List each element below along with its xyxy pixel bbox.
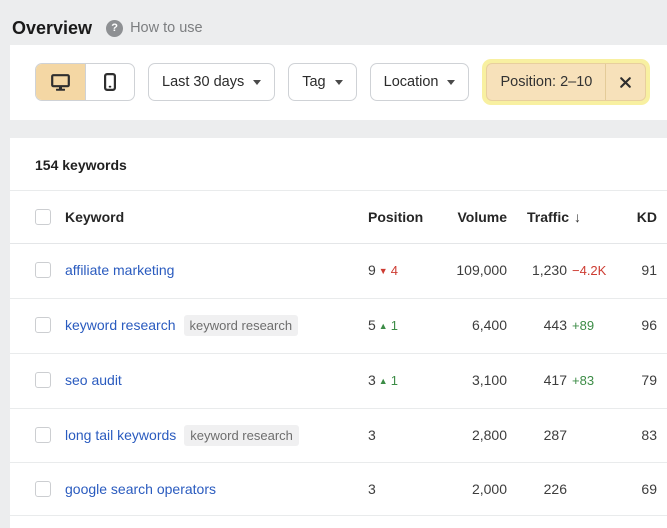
chevron-down-icon [335,80,343,85]
select-all-checkbox[interactable] [35,209,51,225]
how-to-use-label: How to use [130,20,203,36]
table-row: long tail keywords keyword research 3 2,8… [10,409,667,463]
date-range-label: Last 30 days [162,74,244,90]
position-value: 3 [368,372,376,388]
keywords-table-panel: 154 keywords Keyword Position Volume Tra… [10,138,667,528]
volume-value: 2,000 [440,477,507,501]
table-row: keyword research keyword research 5▲1 6,4… [10,299,667,354]
location-dropdown-label: Location [384,74,439,90]
tag-dropdown[interactable]: Tag [288,63,356,101]
table-row: affiliate marketing 9▼4 109,000 1,230 −4.… [10,244,667,299]
keyword-link[interactable]: seo audit [65,372,122,388]
position-up-icon: ▲ [379,376,388,386]
desktop-toggle-button[interactable] [36,64,85,100]
traffic-value: 1,230 [527,258,567,282]
row-checkbox[interactable] [35,427,51,443]
location-dropdown[interactable]: Location [370,63,470,101]
column-header-kd[interactable]: KD [627,205,657,229]
close-icon [619,76,632,89]
keyword-tag: keyword research [184,315,299,336]
kd-value: 96 [627,313,657,337]
kd-value: 69 [627,477,657,501]
mobile-icon [104,73,116,91]
date-range-dropdown[interactable]: Last 30 days [148,63,275,101]
column-header-position[interactable]: Position [368,205,440,229]
position-value: 5 [368,317,376,333]
traffic-value: 417 [527,368,567,392]
position-value: 3 [368,423,440,447]
position-change: 1 [391,373,398,388]
desktop-icon [51,74,70,91]
kd-value: 79 [627,368,657,392]
volume-value: 2,800 [440,423,507,447]
keyword-link[interactable]: affiliate marketing [65,262,174,278]
table-header-row: Keyword Position Volume Traffic↓ KD [10,191,667,244]
device-toggle [35,63,135,101]
kd-value: 83 [627,423,657,447]
position-filter-label: Position: 2–10 [487,74,605,90]
table-row: seo audit 3▲1 3,100 417 +83 79 [10,354,667,409]
column-header-volume[interactable]: Volume [440,205,507,229]
sort-desc-icon: ↓ [574,209,581,225]
toolbar-panel: Last 30 days Tag Location Position: 2–10 [10,45,667,120]
position-change: 1 [391,318,398,333]
traffic-change: +89 [572,318,594,333]
page-title: Overview [12,18,92,39]
position-change: 4 [391,263,398,278]
keyword-link[interactable]: keyword research [65,317,176,333]
chevron-down-icon [253,80,261,85]
traffic-value: 443 [527,313,567,337]
row-checkbox[interactable] [35,372,51,388]
volume-value: 109,000 [440,258,507,282]
position-up-icon: ▲ [379,321,388,331]
row-checkbox[interactable] [35,317,51,333]
volume-value: 6,400 [440,313,507,337]
row-checkbox[interactable] [35,262,51,278]
tag-dropdown-label: Tag [302,74,325,90]
question-mark-icon: ? [106,20,123,37]
position-value: 3 [368,477,440,501]
column-header-traffic[interactable]: Traffic↓ [527,205,627,229]
traffic-change: −4.2K [572,263,606,278]
remove-position-filter-button[interactable] [606,64,645,100]
chevron-down-icon [447,80,455,85]
kd-value: 91 [627,258,657,282]
keyword-link[interactable]: google search operators [65,481,216,497]
position-down-icon: ▼ [379,266,388,276]
keyword-count: 154 keywords [10,138,667,191]
position-filter-chip[interactable]: Position: 2–10 [486,63,646,101]
traffic-value: 287 [527,423,567,447]
volume-value: 3,100 [440,368,507,392]
row-checkbox[interactable] [35,481,51,497]
column-header-keyword[interactable]: Keyword [65,205,368,229]
mobile-toggle-button[interactable] [85,64,134,100]
traffic-change: +83 [572,373,594,388]
position-filter-highlight: Position: 2–10 [482,59,650,105]
keyword-link[interactable]: long tail keywords [65,427,176,443]
position-value: 9 [368,262,376,278]
page-header: Overview ? How to use [0,0,667,45]
table-row: google search operators 3 2,000 226 69 [10,463,667,516]
how-to-use-link[interactable]: ? How to use [106,20,203,37]
traffic-value: 226 [527,477,567,501]
keyword-tag: keyword research [184,425,299,446]
